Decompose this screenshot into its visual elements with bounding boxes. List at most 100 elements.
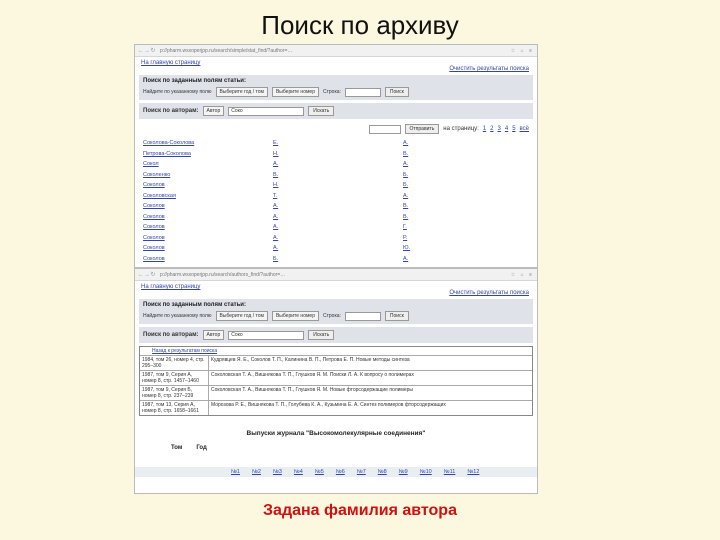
page-link-all[interactable]: всё [520,126,529,132]
author-surname-link[interactable]: Соколов [143,245,273,251]
page-link-4[interactable]: 4 [505,126,508,132]
list-item: Соколов А. Ю. [143,243,529,254]
home-link[interactable]: На главную страницу [135,281,537,290]
author-initial-2[interactable]: В. [403,151,408,157]
list-item: Соколов А. В. [143,201,529,212]
author-surname-link[interactable]: Соколов [143,214,273,220]
author-initial-1[interactable]: В. [273,172,403,178]
author-surname-link[interactable]: Соколов [143,182,273,188]
author-initial-2[interactable]: Ю. [403,245,410,251]
author-initial-1[interactable]: А. [273,235,403,241]
author-initial-2[interactable]: А. [403,256,408,262]
author-field-select[interactable]: Автор [202,330,225,340]
article-title[interactable]: Морозова Р. Е., Вишнякова Т. П., Голубев… [209,401,532,415]
issue-link[interactable]: №3 [273,469,282,475]
issue-link[interactable]: №2 [252,469,261,475]
issue-link[interactable]: №8 [378,469,387,475]
author-surname-link[interactable]: Петрова-Соколова [143,151,273,157]
phrase-input[interactable] [344,87,381,97]
author-initial-1[interactable]: А. [273,224,403,230]
clear-results-link[interactable]: Очистить результаты поиска [135,66,537,72]
issue-link[interactable]: №11 [444,469,456,475]
search-button[interactable]: Поиск [384,311,409,321]
page-link-5[interactable]: 5 [512,126,515,132]
article-title[interactable]: Кудрявцев Я. Е., Соколов Т. П., Калинина… [209,356,532,370]
browser-tools-icons[interactable]: ☆ ⌂ ≡ [474,272,534,278]
author-initial-2[interactable]: А. [403,161,408,167]
author-initial-2[interactable]: Р. [403,235,407,241]
clear-results-link[interactable]: Очистить результаты поиска [135,290,537,296]
issue-link[interactable]: №1 [231,469,240,475]
author-initial-1[interactable]: Е. [273,140,403,146]
author-input[interactable]: Соко [228,106,305,116]
address-text[interactable]: p://pharm.wsxoperjpp.ru/search/simple/st… [160,48,470,54]
author-search-panel: Поиск по авторам: Автор Соко Искать [139,327,533,343]
author-surname-link[interactable]: Соколов [143,235,273,241]
author-search-label: Поиск по авторам: [143,108,199,114]
author-initial-2[interactable]: Б. [403,182,408,188]
page-link-2[interactable]: 2 [490,126,493,132]
author-initial-1[interactable]: А. [273,161,403,167]
col-volume: Том [171,445,183,451]
author-initial-2[interactable]: Г. [403,224,407,230]
home-link[interactable]: На главную страницу [135,57,537,66]
author-surname-link[interactable]: Соколов [143,256,273,262]
author-initial-1[interactable]: А. [273,203,403,209]
year-volume-select[interactable]: Выберите год / том [215,87,268,97]
author-initial-1[interactable]: Н. [273,151,403,157]
article-title[interactable]: Соколовская Т. А., Вишнякова Т. П., Глуш… [209,386,532,400]
page-input[interactable] [368,124,401,134]
search-button[interactable]: Поиск [384,87,409,97]
author-search-button[interactable]: Искать [308,330,335,340]
issue-link[interactable]: №6 [336,469,345,475]
author-initial-1[interactable]: А. [273,245,403,251]
author-initial-2[interactable]: В. [403,214,408,220]
issue-link[interactable]: №5 [315,469,324,475]
author-initial-2[interactable]: В. [403,203,408,209]
author-input[interactable]: Соко [228,330,305,340]
phrase-input[interactable] [344,311,381,321]
issue-number-links: №1 №2 №3 №4 №5 №6 №7 №8 №9 №10 №11 №12 [135,467,537,477]
author-initial-2[interactable]: Б. [403,172,408,178]
author-surname-link[interactable]: Соколов [143,224,273,230]
author-search-panel: Поиск по авторам: Автор Соко Искать [139,103,533,119]
address-bar[interactable]: ← → ↻ p://pharm.wsxoperjpp.ru/search/sim… [135,45,537,57]
author-initial-1[interactable]: Б. [273,256,403,262]
issue-link[interactable]: №10 [420,469,432,475]
author-surname-link[interactable]: Соколенко [143,172,273,178]
issue-link[interactable]: №4 [294,469,303,475]
author-surname-link[interactable]: Соколова-Соколова [143,140,273,146]
browser-screenshot-author-list: ← → ↻ p://pharm.wsxoperjpp.ru/search/sim… [134,44,538,268]
author-surname-link[interactable]: Сокол [143,161,273,167]
author-search-button[interactable]: Искать [308,106,335,116]
list-item: Соколов А. Г. [143,222,529,233]
year-volume-select[interactable]: Выберите год / том [215,311,268,321]
author-field-select[interactable]: Автор [202,106,225,116]
author-initial-1[interactable]: Т. [273,193,403,199]
pagination: Отправить на страницу: 1 2 3 4 5 всё [135,122,537,136]
list-item: Сокол А. А. [143,159,529,170]
address-text[interactable]: p://pharm.wsxoperjpp.ru/search/authors_f… [160,272,470,278]
issue-number-select[interactable]: Выберите номер [271,311,319,321]
issue-number-select[interactable]: Выберите номер [271,87,319,97]
reload-icon[interactable]: ↻ [150,47,156,54]
back-to-results-link[interactable]: Назад к результатам поиска [140,347,532,355]
author-surname-link[interactable]: Соколов [143,203,273,209]
author-initial-2[interactable]: А. [403,193,408,199]
page-link-3[interactable]: 3 [498,126,501,132]
go-page-button[interactable]: Отправить [404,124,440,134]
results-table: Назад к результатам поиска 1984, том 26,… [139,346,533,416]
author-surname-link[interactable]: Соколовская [143,193,273,199]
issue-link[interactable]: №7 [357,469,366,475]
author-search-label: Поиск по авторам: [143,332,199,338]
issue-link[interactable]: №9 [399,469,408,475]
issue-link[interactable]: №12 [467,469,479,475]
reload-icon[interactable]: ↻ [150,271,156,278]
article-title[interactable]: Соколовская Т. А., Вишнякова Т. П., Глуш… [209,371,532,385]
author-initial-1[interactable]: Н. [273,182,403,188]
author-initial-1[interactable]: А. [273,214,403,220]
page-link-1[interactable]: 1 [483,126,486,132]
author-initial-2[interactable]: А. [403,140,408,146]
address-bar[interactable]: ← → ↻ p://pharm.wsxoperjpp.ru/search/aut… [135,269,537,281]
browser-tools-icons[interactable]: ☆ ⌂ ≡ [474,48,534,54]
